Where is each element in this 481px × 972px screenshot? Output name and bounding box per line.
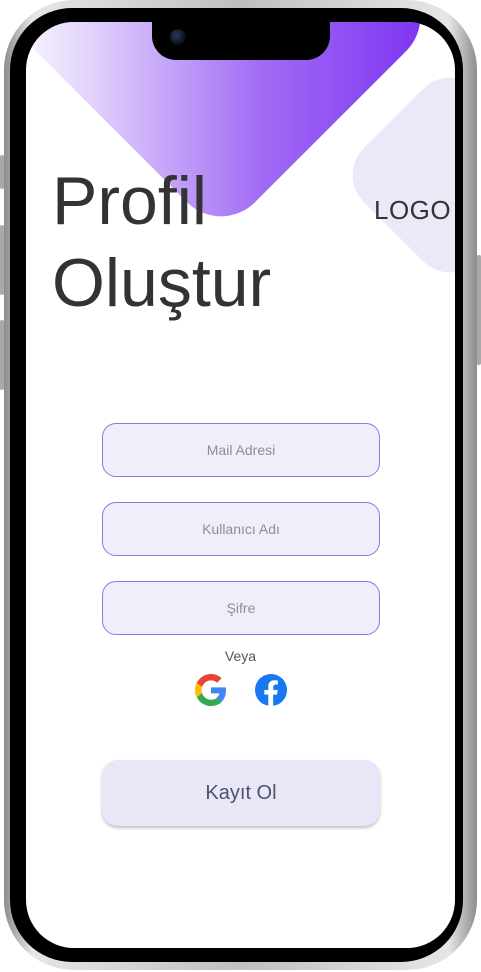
page-title-line2: Oluştur: [52, 245, 272, 321]
register-button-label: Kayıt Ol: [205, 781, 277, 804]
username-field[interactable]: Kullanıcı Adı: [102, 502, 380, 556]
google-login-button[interactable]: [195, 674, 227, 706]
logo: LOGO: [374, 195, 452, 225]
password-placeholder: Şifre: [226, 600, 256, 616]
volume-down-button: [0, 320, 4, 390]
password-field[interactable]: Şifre: [102, 581, 380, 635]
front-camera: [170, 29, 186, 45]
email-field[interactable]: Mail Adresi: [102, 423, 380, 477]
username-placeholder: Kullanıcı Adı: [202, 521, 280, 537]
facebook-icon: [255, 674, 287, 706]
mute-switch: [0, 155, 4, 189]
page-title-line1: Profil: [52, 163, 207, 239]
or-divider-text: Veya: [224, 648, 257, 664]
register-button[interactable]: Kayıt Ol: [102, 760, 380, 826]
volume-up-button: [0, 225, 4, 295]
google-icon: [195, 674, 226, 706]
power-button: [477, 255, 481, 365]
facebook-login-button[interactable]: [255, 674, 287, 706]
page-title: Profil Oluştur: [52, 160, 271, 324]
email-placeholder: Mail Adresi: [206, 442, 276, 458]
